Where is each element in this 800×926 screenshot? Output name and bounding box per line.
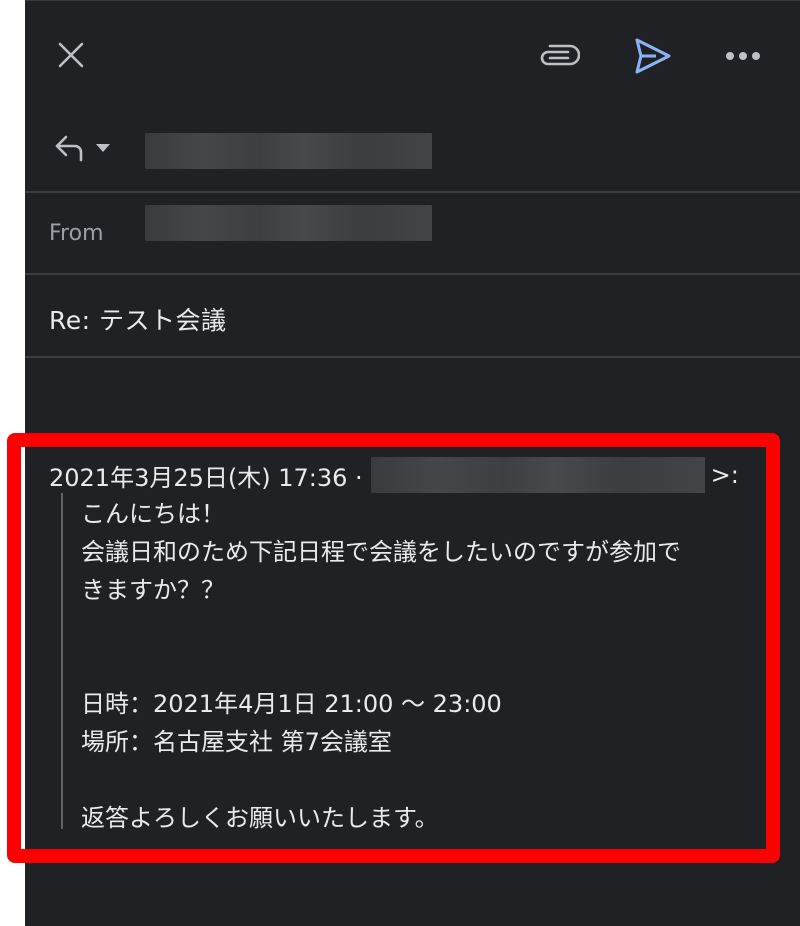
body-line-location: 場所：名古屋支社 第7会議室 (81, 728, 392, 756)
more-options-button[interactable] (721, 41, 765, 71)
close-button[interactable] (53, 37, 89, 73)
subject-field[interactable]: Re: テスト会議 (49, 301, 227, 337)
divider (25, 356, 800, 358)
body-line-blank (81, 647, 800, 685)
quoted-date: 2021年3月25日(木) 17:36 · (49, 463, 363, 492)
send-icon (635, 38, 671, 74)
quoted-header-suffix: >: (710, 461, 739, 489)
quoted-message-body[interactable]: こんにちは！ 会議日和のため下記日程で会議をしたいのですが参加で きますか？？ … (81, 495, 800, 837)
body-line: きますか？？ (81, 576, 225, 604)
compose-toolbar (25, 1, 800, 111)
reply-type-dropdown[interactable] (53, 133, 111, 163)
body-line: こんにちは！ (81, 500, 225, 528)
body-line-blank (81, 609, 800, 647)
to-field-redacted[interactable] (145, 133, 432, 169)
body-line-blank (81, 761, 800, 799)
to-row (25, 119, 800, 191)
from-field-redacted[interactable] (145, 205, 432, 241)
compose-panel: From Re: テスト会議 2021年3月25日(木) 17:36 · >: … (25, 0, 800, 926)
quoted-message-header: 2021年3月25日(木) 17:36 · >: (49, 457, 739, 493)
reply-icon (55, 135, 83, 162)
attach-button[interactable] (537, 37, 581, 77)
from-label: From (49, 221, 104, 246)
more-horizontal-icon (726, 52, 760, 60)
send-button[interactable] (629, 35, 675, 77)
paperclip-icon (540, 44, 580, 66)
caret-down-icon (96, 144, 110, 152)
quote-bar (61, 493, 63, 829)
body-line-datetime: 日時：2021年4月1日 21:00 〜 23:00 (81, 690, 502, 718)
from-row: From (25, 193, 800, 273)
close-icon (58, 42, 84, 68)
quoted-sender-redacted (370, 457, 705, 493)
body-line: 会議日和のため下記日程で会議をしたいのですが参加で (81, 538, 681, 566)
subject-row[interactable]: Re: テスト会議 (25, 275, 800, 355)
body-line-closing: 返答よろしくお願いいたします。 (81, 804, 439, 832)
